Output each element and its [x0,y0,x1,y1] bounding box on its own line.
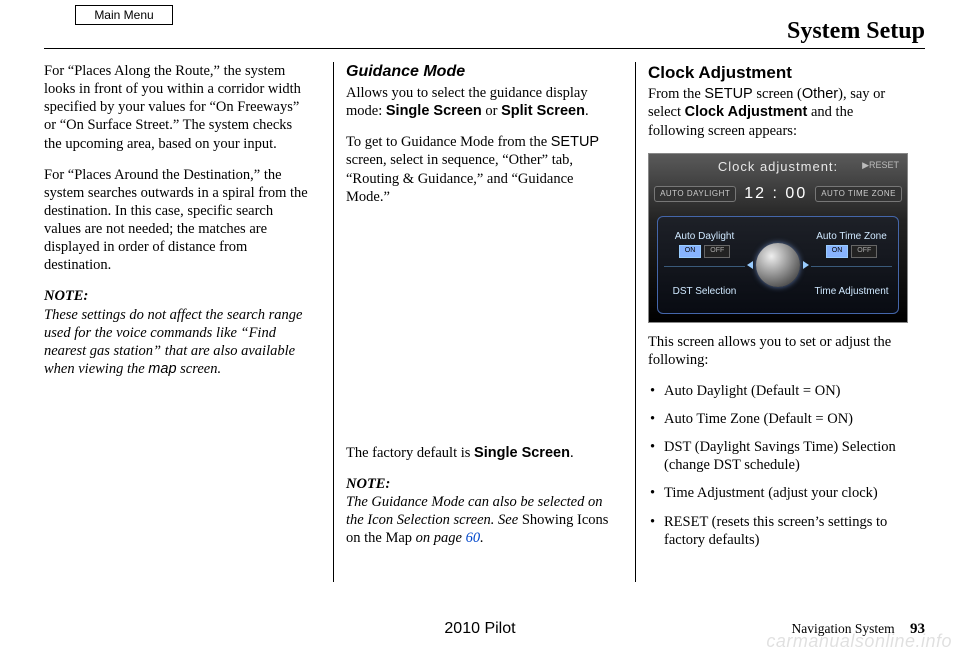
watermark: carmanualsonline.info [766,631,952,652]
col3-p2: This screen allows you to set or adjust … [648,333,913,369]
note-body: These settings do not affect the search … [44,307,302,377]
header-rule [44,48,925,49]
t: Clock Adjustment [685,104,808,120]
pill-auto-daylight: AUTO DAYLIGHT [654,186,736,202]
main-menu-label: Main Menu [94,8,153,22]
col2-p2: To get to Guidance Mode from the SETUP s… [346,133,611,206]
col1-p1: For “Places Along the Route,” the system… [44,62,309,153]
t: The factory default is [346,445,474,461]
column-1: For “Places Along the Route,” the system… [44,62,321,596]
clock-adjustment-screenshot: Clock adjustment: ▶RESET AUTO DAYLIGHT 1… [648,153,908,323]
clock-adjustment-heading: Clock Adjustment [648,62,913,83]
col1-p2: For “Places Around the Destination,” the… [44,166,309,275]
t: on page [412,530,466,546]
t: Auto Time Zone [816,231,887,242]
t: From the [648,86,704,102]
list-item: DST (Daylight Savings Time) Selection (c… [648,438,913,474]
btn-auto-daylight: Auto Daylight ON OFF [664,229,745,267]
col1-note: NOTE: These settings do not affect the s… [44,287,309,378]
dial-knob-icon [756,243,800,287]
content-columns: For “Places Along the Route,” the system… [44,62,925,596]
off-label: OFF [851,245,877,258]
t: Auto Daylight [675,231,734,242]
col3-p1: From the SETUP screen (Other), say or se… [648,85,913,139]
main-menu-button[interactable]: Main Menu [75,5,173,25]
col2-p3: The factory default is Single Screen. [346,444,611,462]
t: To get to Guidance Mode from the [346,134,551,150]
on-label: ON [679,245,702,258]
t: Single Screen [474,445,570,461]
shot-col-left: Auto Daylight ON OFF DST Selection [658,217,751,313]
col2-p1: Allows you to select the guidance displa… [346,84,611,120]
t: . [570,445,574,461]
t: . [585,103,589,119]
col2-note: NOTE: The Guidance Mode can also be sele… [346,475,611,548]
off-label: OFF [704,245,730,258]
column-2: Guidance Mode Allows you to select the g… [346,62,623,596]
list-item: Auto Time Zone (Default = ON) [648,410,913,428]
on-label: ON [826,245,849,258]
note-map-word: map [148,361,176,377]
t: Single Screen [386,103,482,119]
bullet-list: Auto Daylight (Default = ON) Auto Time Z… [648,382,913,549]
chevron-left-icon [747,261,753,269]
btn-auto-timezone: Auto Time Zone ON OFF [811,229,892,267]
onoff-timezone: ON OFF [811,245,892,258]
list-item: Time Adjustment (adjust your clock) [648,484,913,502]
t: Split Screen [501,103,585,119]
column-3: Clock Adjustment From the SETUP screen (… [648,62,925,596]
onoff-daylight: ON OFF [664,245,745,258]
guidance-mode-heading: Guidance Mode [346,62,611,82]
column-divider-2 [635,62,636,582]
note-label: NOTE: [346,476,390,492]
shot-panel: Auto Daylight ON OFF DST Selection [657,216,899,314]
shot-reset: ▶RESET [862,160,899,171]
chevron-right-icon [803,261,809,269]
t: screen ( [753,86,802,102]
shot-row: AUTO DAYLIGHT 12 : 00 AUTO TIME ZONE [649,184,907,204]
t: screen, select in sequence, “Other” tab,… [346,152,574,204]
t: SETUP [551,134,599,150]
column-divider-1 [333,62,334,582]
t: . [480,530,484,546]
list-item: RESET (resets this screen’s settings to … [648,513,913,549]
pill-auto-timezone: AUTO TIME ZONE [815,186,902,202]
note-label: NOTE: [44,288,88,304]
t: SETUP [704,86,752,102]
spacer [346,219,611,444]
dial [751,217,805,313]
t: Other [802,86,838,102]
page-title: System Setup [787,18,925,45]
clock-time: 12 : 00 [744,184,807,204]
btn-dst-selection: DST Selection [664,284,745,301]
btn-time-adjustment: Time Adjustment [811,284,892,301]
page-link-60[interactable]: 60 [466,530,481,546]
t: or [482,103,501,119]
shot-col-right: Auto Time Zone ON OFF Time Adjustment [805,217,898,313]
list-item: Auto Daylight (Default = ON) [648,382,913,400]
note-text-b: screen. [177,361,222,377]
